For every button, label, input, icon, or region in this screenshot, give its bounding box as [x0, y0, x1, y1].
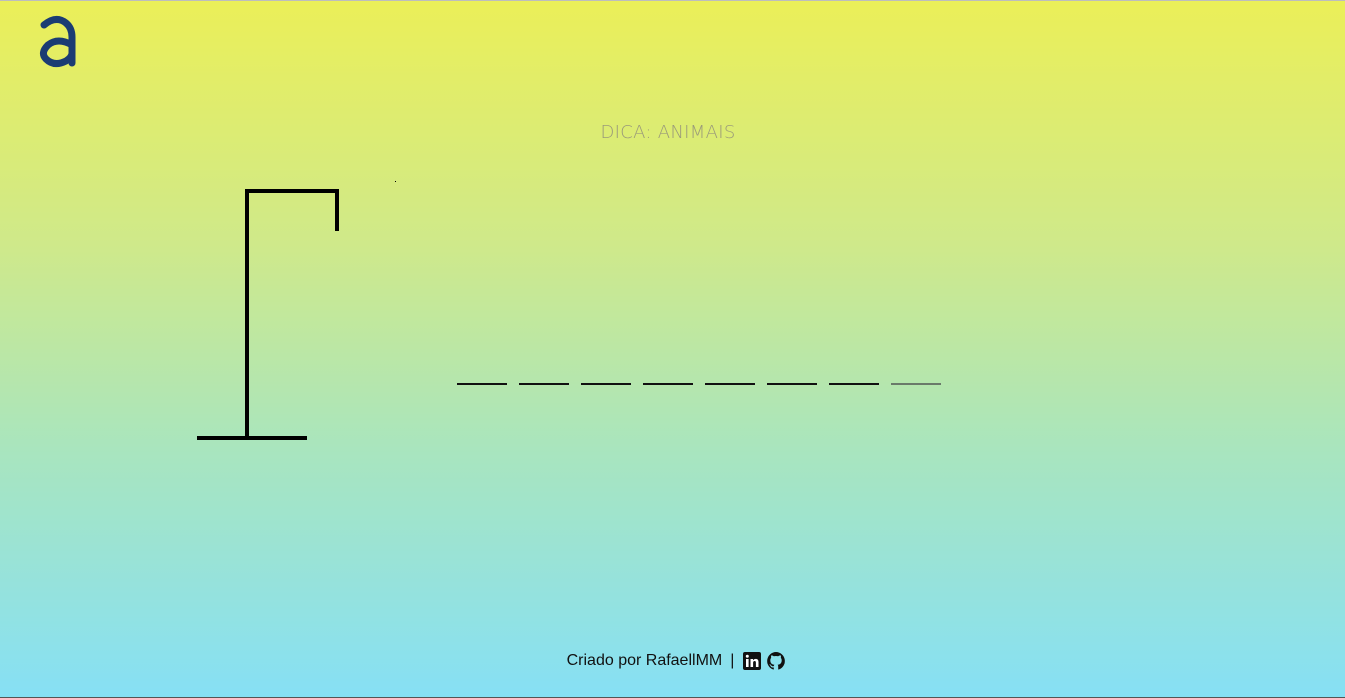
footer-separator: |	[730, 652, 735, 669]
gallows-drawing	[197, 189, 339, 440]
github-icon[interactable]	[766, 651, 786, 671]
letter-slot	[705, 369, 755, 385]
letter-slot	[519, 369, 569, 385]
letter-slot	[891, 369, 941, 385]
drawing-canvas-artifact	[395, 181, 396, 182]
hint-text: DICA: ANIMAIS	[0, 122, 1336, 143]
footer: Criado por RafaellMM |	[0, 651, 1345, 671]
hint-value: ANIMAIS	[657, 122, 736, 143]
word-slots	[457, 369, 941, 385]
hint-label: DICA:	[600, 122, 652, 143]
logo-icon	[39, 16, 76, 68]
letter-slot	[829, 369, 879, 385]
letter-slot	[767, 369, 817, 385]
linkedin-icon[interactable]	[742, 651, 762, 671]
footer-credit: Criado por RafaellMM	[566, 652, 723, 669]
letter-slot	[457, 369, 507, 385]
letter-slot	[581, 369, 631, 385]
letter-slot	[643, 369, 693, 385]
